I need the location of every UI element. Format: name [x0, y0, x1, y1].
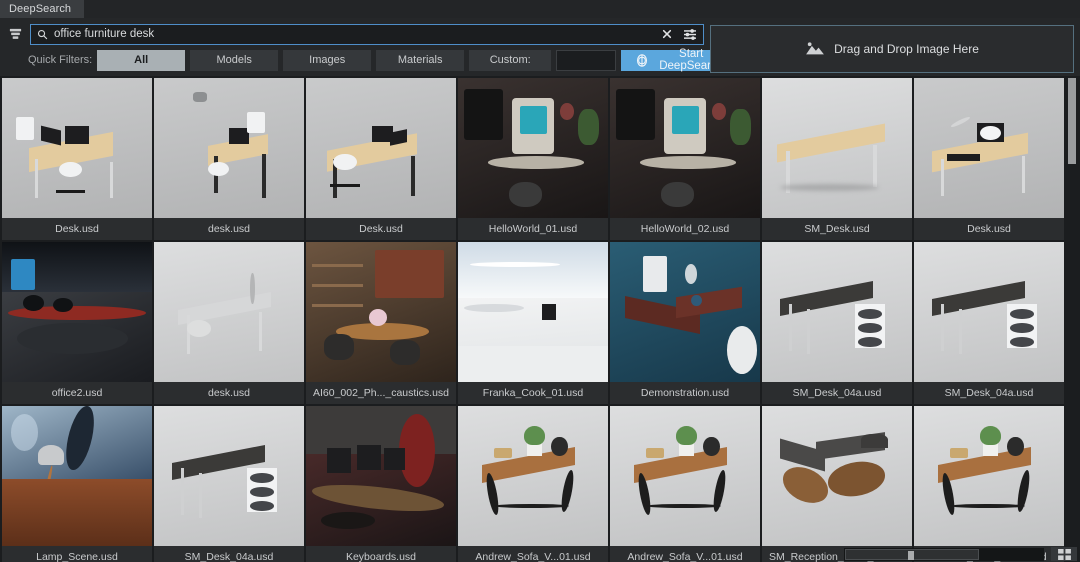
- result-thumbnail[interactable]: [914, 406, 1064, 546]
- result-card[interactable]: Andrew_Sofa_V...01.usd: [610, 406, 760, 562]
- result-thumbnail[interactable]: [154, 406, 304, 546]
- result-card[interactable]: SM_Reception_Desk_02.usd: [762, 406, 912, 562]
- result-caption: Lamp_Scene.usd: [2, 546, 152, 562]
- filter-chip-materials[interactable]: Materials: [376, 49, 465, 71]
- vertical-scrollbar[interactable]: [1067, 76, 1078, 562]
- result-thumbnail[interactable]: [762, 406, 912, 546]
- result-caption: desk.usd: [154, 382, 304, 404]
- search-input[interactable]: [54, 28, 653, 40]
- result-card[interactable]: desk.usd: [154, 78, 304, 240]
- result-caption: HelloWorld_01.usd: [458, 218, 608, 240]
- tab-strip-filler: [84, 0, 1080, 18]
- result-thumbnail[interactable]: [610, 242, 760, 382]
- result-card[interactable]: SM_Desk_04a.usd: [762, 242, 912, 404]
- result-thumbnail[interactable]: [914, 78, 1064, 218]
- result-caption: Andrew_Sofa_V...01.usd: [458, 546, 608, 562]
- result-caption: Andrew_Sofa_V...01.usd: [610, 546, 760, 562]
- results-grid: Desk.usd desk.usd Desk.usd HelloWorld_01.us…: [0, 76, 1080, 562]
- result-caption: SM_Desk_04a.usd: [914, 382, 1064, 404]
- result-caption: SM_Desk_04a.usd: [762, 382, 912, 404]
- result-caption: Demonstration.usd: [610, 382, 760, 404]
- tab-strip: DeepSearch: [0, 0, 1080, 18]
- result-thumbnail[interactable]: [306, 242, 456, 382]
- quick-filters-row: Quick Filters: All Models Images Materia…: [6, 48, 742, 72]
- result-thumbnail[interactable]: [762, 242, 912, 382]
- result-card[interactable]: Andrew_Sofa_V...01.usd: [458, 406, 608, 562]
- image-dropzone[interactable]: Drag and Drop Image Here: [710, 25, 1074, 73]
- result-card[interactable]: HelloWorld_02.usd: [610, 78, 760, 240]
- result-card[interactable]: HelloWorld_01.usd: [458, 78, 608, 240]
- grid-view-icon[interactable]: [1051, 547, 1077, 561]
- quick-filters-label: Quick Filters:: [28, 54, 93, 66]
- result-thumbnail[interactable]: [154, 242, 304, 382]
- result-thumbnail[interactable]: [2, 242, 152, 382]
- result-thumbnail[interactable]: [306, 406, 456, 546]
- search-icon: [37, 29, 48, 40]
- filter-chip-images[interactable]: Images: [283, 49, 372, 71]
- result-thumbnail[interactable]: [610, 78, 760, 218]
- horizontal-scrollbar-thumb[interactable]: [845, 549, 979, 560]
- filter-chip-all[interactable]: All: [97, 49, 186, 71]
- result-card[interactable]: office2.usd: [2, 242, 152, 404]
- result-card[interactable]: Keyboards.usd: [306, 406, 456, 562]
- result-thumbnail[interactable]: [610, 406, 760, 546]
- result-thumbnail[interactable]: [2, 78, 152, 218]
- custom-filter-input[interactable]: [556, 49, 617, 71]
- vertical-scrollbar-thumb[interactable]: [1068, 78, 1076, 164]
- result-card[interactable]: desk.usd: [154, 242, 304, 404]
- filter-chip-models[interactable]: Models: [190, 49, 279, 71]
- clear-x-icon[interactable]: [659, 29, 675, 39]
- result-caption: HelloWorld_02.usd: [610, 218, 760, 240]
- dropzone-label: Drag and Drop Image Here: [834, 42, 979, 56]
- search-box[interactable]: [30, 23, 704, 45]
- result-thumbnail[interactable]: [306, 78, 456, 218]
- result-thumbnail[interactable]: [762, 78, 912, 218]
- result-card[interactable]: Lamp_Scene.usd: [2, 406, 152, 562]
- result-card[interactable]: Demonstration.usd: [610, 242, 760, 404]
- result-caption: SM_Desk_04a.usd: [154, 546, 304, 562]
- brain-icon: [635, 53, 649, 68]
- search-row: [6, 23, 704, 45]
- result-thumbnail[interactable]: [2, 406, 152, 546]
- result-card[interactable]: AI60_002_Ph..._caustics.usd: [306, 242, 456, 404]
- result-card[interactable]: Franka_Cook_01.usd: [458, 242, 608, 404]
- search-options-icon[interactable]: [681, 28, 699, 40]
- result-thumbnail[interactable]: [914, 242, 1064, 382]
- result-thumbnail[interactable]: [154, 78, 304, 218]
- result-caption: SM_Desk.usd: [762, 218, 912, 240]
- result-caption: Franka_Cook_01.usd: [458, 382, 608, 404]
- result-thumbnail[interactable]: [458, 406, 608, 546]
- result-card[interactable]: SM_Desk.usd: [762, 78, 912, 240]
- result-caption: AI60_002_Ph..._caustics.usd: [306, 382, 456, 404]
- result-caption: Desk.usd: [306, 218, 456, 240]
- filter-funnel-icon[interactable]: [6, 25, 24, 43]
- result-card[interactable]: SM_Desk_04a.usd: [154, 406, 304, 562]
- horizontal-scrollbar[interactable]: [844, 548, 1044, 561]
- search-controls-column: Quick Filters: All Models Images Materia…: [6, 23, 742, 76]
- result-caption: Desk.usd: [2, 218, 152, 240]
- image-placeholder-icon: [805, 41, 825, 57]
- filter-chip-custom[interactable]: Custom:: [469, 49, 552, 71]
- search-panel: Quick Filters: All Models Images Materia…: [0, 18, 1080, 76]
- result-card[interactable]: Desk.usd: [306, 78, 456, 240]
- result-caption: office2.usd: [2, 382, 152, 404]
- tab-deepsearch[interactable]: DeepSearch: [0, 0, 84, 18]
- results-area: Desk.usd desk.usd Desk.usd HelloWorld_01.us…: [0, 76, 1080, 562]
- result-card[interactable]: Desk.usd: [914, 78, 1064, 240]
- result-thumbnail[interactable]: [458, 78, 608, 218]
- horizontal-scrollbar-grip: [908, 551, 914, 560]
- result-caption: desk.usd: [154, 218, 304, 240]
- result-card[interactable]: Andrew_Sofa_V...01.usd: [914, 406, 1064, 562]
- result-caption: Desk.usd: [914, 218, 1064, 240]
- result-thumbnail[interactable]: [458, 242, 608, 382]
- result-card[interactable]: Desk.usd: [2, 78, 152, 240]
- result-caption: Keyboards.usd: [306, 546, 456, 562]
- result-card[interactable]: SM_Desk_04a.usd: [914, 242, 1064, 404]
